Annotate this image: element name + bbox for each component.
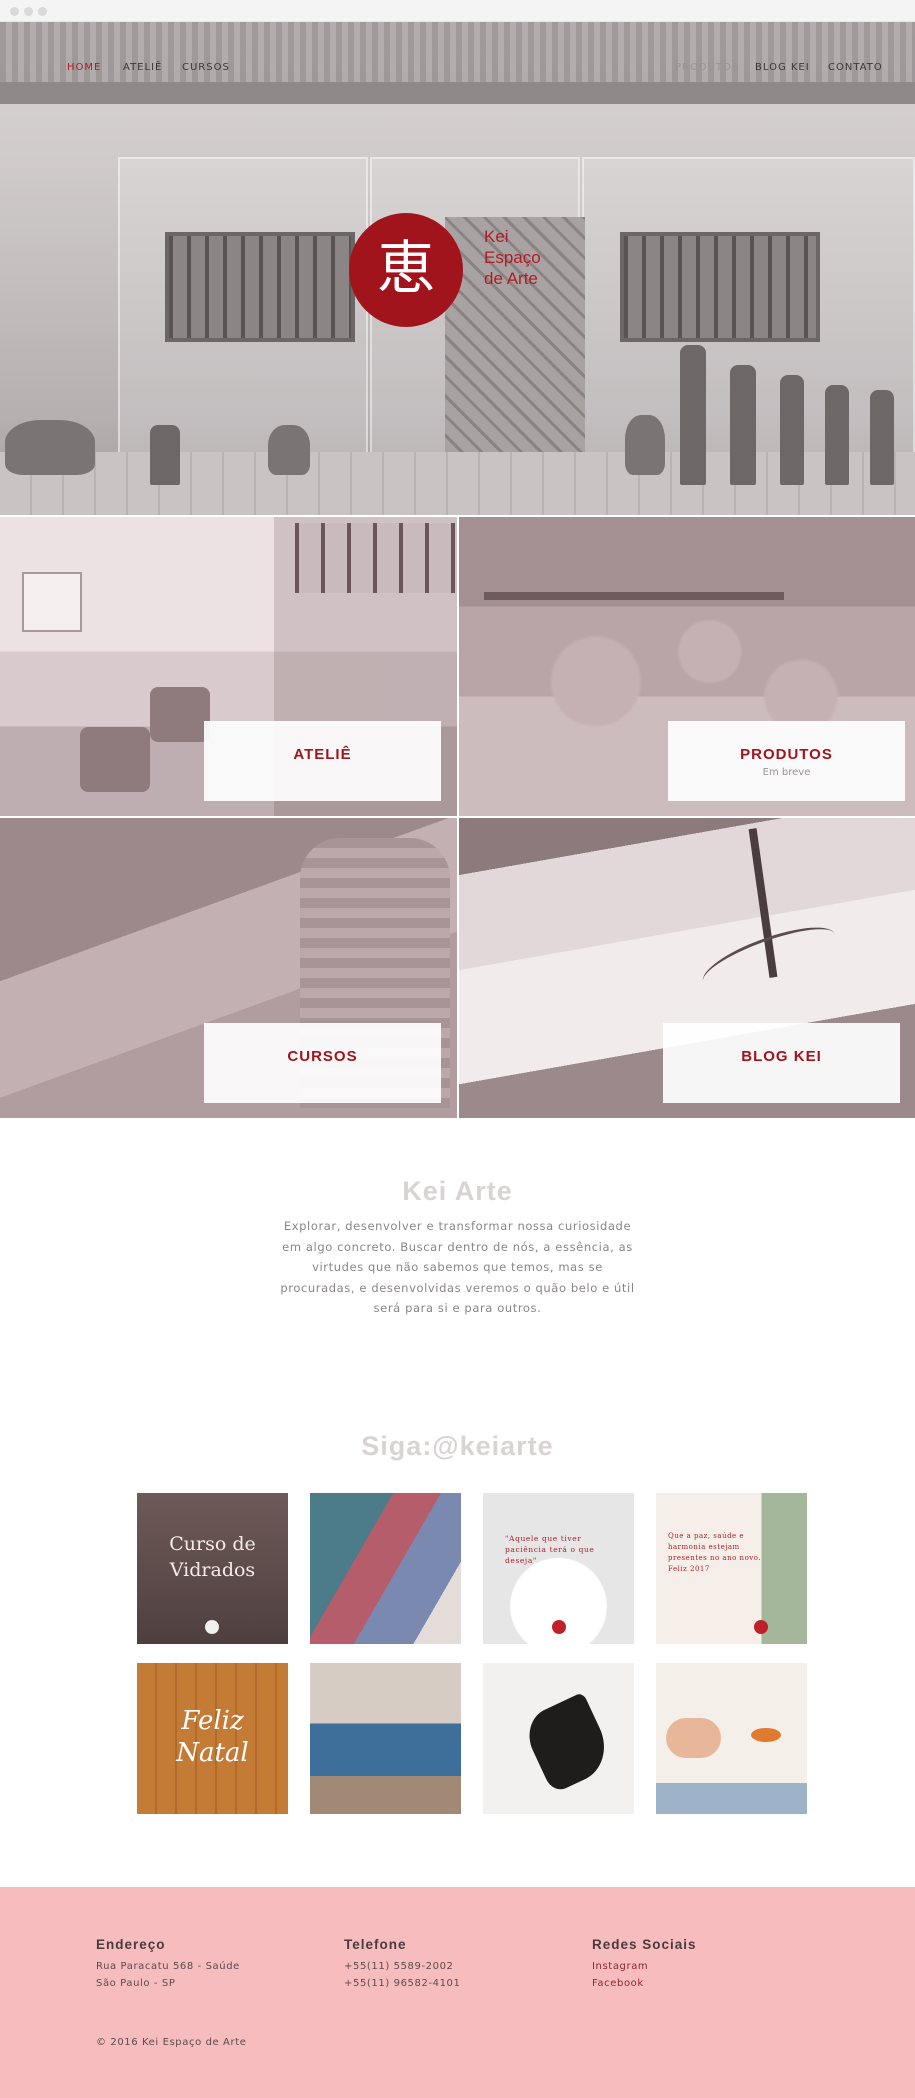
nav-produtos[interactable]: PRODUTOS bbox=[675, 62, 739, 73]
footer-heading: Telefone bbox=[344, 1937, 407, 1952]
paint-palette bbox=[656, 1783, 807, 1814]
logo-line: de Arte bbox=[484, 269, 538, 288]
ceramic-sculpture bbox=[825, 385, 849, 485]
window-grille bbox=[165, 232, 355, 342]
instagram-post[interactable]: Que a paz, saúde e harmonia estejam pres… bbox=[656, 1493, 807, 1644]
instagram-post[interactable] bbox=[310, 1663, 461, 1814]
nav-cursos[interactable]: CURSOS bbox=[182, 62, 230, 73]
about-text: Explorar, desenvolver e transformar noss… bbox=[280, 1219, 635, 1315]
logo-line: Espaço bbox=[484, 248, 541, 267]
roof-tiles bbox=[0, 22, 915, 84]
ceramic-sculpture bbox=[870, 390, 894, 485]
post-caption: Curso de Vidrados bbox=[169, 1533, 256, 1581]
roof-eave bbox=[0, 82, 915, 104]
atelie-window bbox=[295, 523, 455, 593]
stone-lantern bbox=[150, 425, 180, 485]
footer: Endereço Rua Paracatu 568 - Saúde São Pa… bbox=[0, 1887, 915, 2098]
ceramic-sculpture bbox=[730, 365, 756, 485]
instagram-link[interactable]: Instagram bbox=[592, 1960, 697, 1973]
ink-stroke bbox=[519, 1691, 617, 1795]
instagram-post[interactable]: Curso de Vidrados bbox=[137, 1493, 288, 1644]
instagram-post[interactable] bbox=[483, 1663, 634, 1814]
window-dot-icon[interactable] bbox=[38, 7, 47, 16]
ceramic-sculpture bbox=[680, 345, 706, 485]
logo-kanji: 恵 bbox=[376, 234, 435, 302]
post-caption: Feliz Natal bbox=[176, 1706, 249, 1768]
pottery-wheel bbox=[80, 727, 150, 792]
tile-produtos[interactable]: PRODUTOS Em breve bbox=[459, 517, 915, 816]
instagram-title[interactable]: Siga:@keiarte bbox=[0, 1431, 915, 1462]
shelf bbox=[484, 592, 784, 600]
nav-contato[interactable]: CONTATO bbox=[828, 62, 883, 73]
tile-card: PRODUTOS Em breve bbox=[668, 721, 905, 801]
instagram-post[interactable] bbox=[656, 1663, 807, 1814]
brand-badge-icon bbox=[754, 1620, 768, 1634]
paint-mark bbox=[751, 1728, 781, 1742]
tile-title: BLOG KEI bbox=[741, 1048, 822, 1065]
ceramic-figure bbox=[625, 415, 665, 475]
post-caption: "Aquele que tiver paciência terá o que d… bbox=[505, 1534, 595, 1565]
tile-card: ATELIÊ bbox=[204, 721, 441, 801]
footer-heading: Redes Sociais bbox=[592, 1937, 697, 1952]
atelie-whiteboard bbox=[22, 572, 82, 632]
browser-chrome bbox=[0, 0, 915, 22]
tile-title: CURSOS bbox=[287, 1048, 358, 1065]
about-title: Kei Arte bbox=[402, 1176, 513, 1206]
window-dot-icon[interactable] bbox=[24, 7, 33, 16]
stone-floor bbox=[0, 452, 915, 515]
instagram-post[interactable] bbox=[310, 1493, 461, 1644]
nav-home[interactable]: HOME bbox=[67, 62, 101, 73]
post-caption: Que a paz, saúde e harmonia estejam pres… bbox=[668, 1532, 762, 1573]
tile-title: PRODUTOS bbox=[740, 746, 833, 763]
camera-icon bbox=[205, 1620, 219, 1634]
nav-atelie[interactable]: ATELIÊ bbox=[123, 62, 162, 73]
phone-number[interactable]: +55(11) 5589-2002 bbox=[344, 1960, 460, 1973]
window-grille bbox=[620, 232, 820, 342]
tile-subtitle: Em breve bbox=[762, 767, 811, 778]
window-dot-icon[interactable] bbox=[10, 7, 19, 16]
ceramic-sculpture bbox=[780, 375, 804, 485]
logo-text: Kei Espaço de Arte bbox=[484, 226, 574, 289]
hand bbox=[666, 1718, 721, 1758]
copyright: © 2016 Kei Espaço de Arte bbox=[96, 2037, 247, 2048]
tile-title: ATELIÊ bbox=[293, 746, 352, 763]
footer-phone: Telefone +55(11) 5589-2002 +55(11) 96582… bbox=[344, 1937, 460, 1990]
tile-card: BLOG KEI bbox=[663, 1023, 900, 1103]
instagram-post[interactable]: "Aquele que tiver paciência terá o que d… bbox=[483, 1493, 634, 1644]
footer-heading: Endereço bbox=[96, 1937, 166, 1952]
tile-card: CURSOS bbox=[204, 1023, 441, 1103]
footer-social: Redes Sociais Instagram Facebook bbox=[592, 1937, 697, 1990]
facebook-link[interactable]: Facebook bbox=[592, 1977, 697, 1990]
address-line: São Paulo - SP bbox=[96, 1978, 176, 1989]
footer-address: Endereço Rua Paracatu 568 - Saúde São Pa… bbox=[96, 1937, 240, 1990]
instagram-post[interactable]: Feliz Natal bbox=[137, 1663, 288, 1814]
plant-pot bbox=[5, 420, 95, 475]
ceramic-figure bbox=[268, 425, 310, 475]
phone-number[interactable]: +55(11) 96582-4101 bbox=[344, 1977, 460, 1990]
brand-badge-icon bbox=[552, 1620, 566, 1634]
address-line: Rua Paracatu 568 - Saúde bbox=[96, 1961, 240, 1972]
nav-blog[interactable]: BLOG KEI bbox=[755, 62, 810, 73]
pottery-wheel bbox=[150, 687, 210, 742]
tile-blog[interactable]: BLOG KEI bbox=[459, 818, 915, 1118]
tile-atelie[interactable]: ATELIÊ bbox=[0, 517, 457, 816]
tile-cursos[interactable]: CURSOS bbox=[0, 818, 457, 1118]
logo-line: Kei bbox=[484, 227, 509, 246]
